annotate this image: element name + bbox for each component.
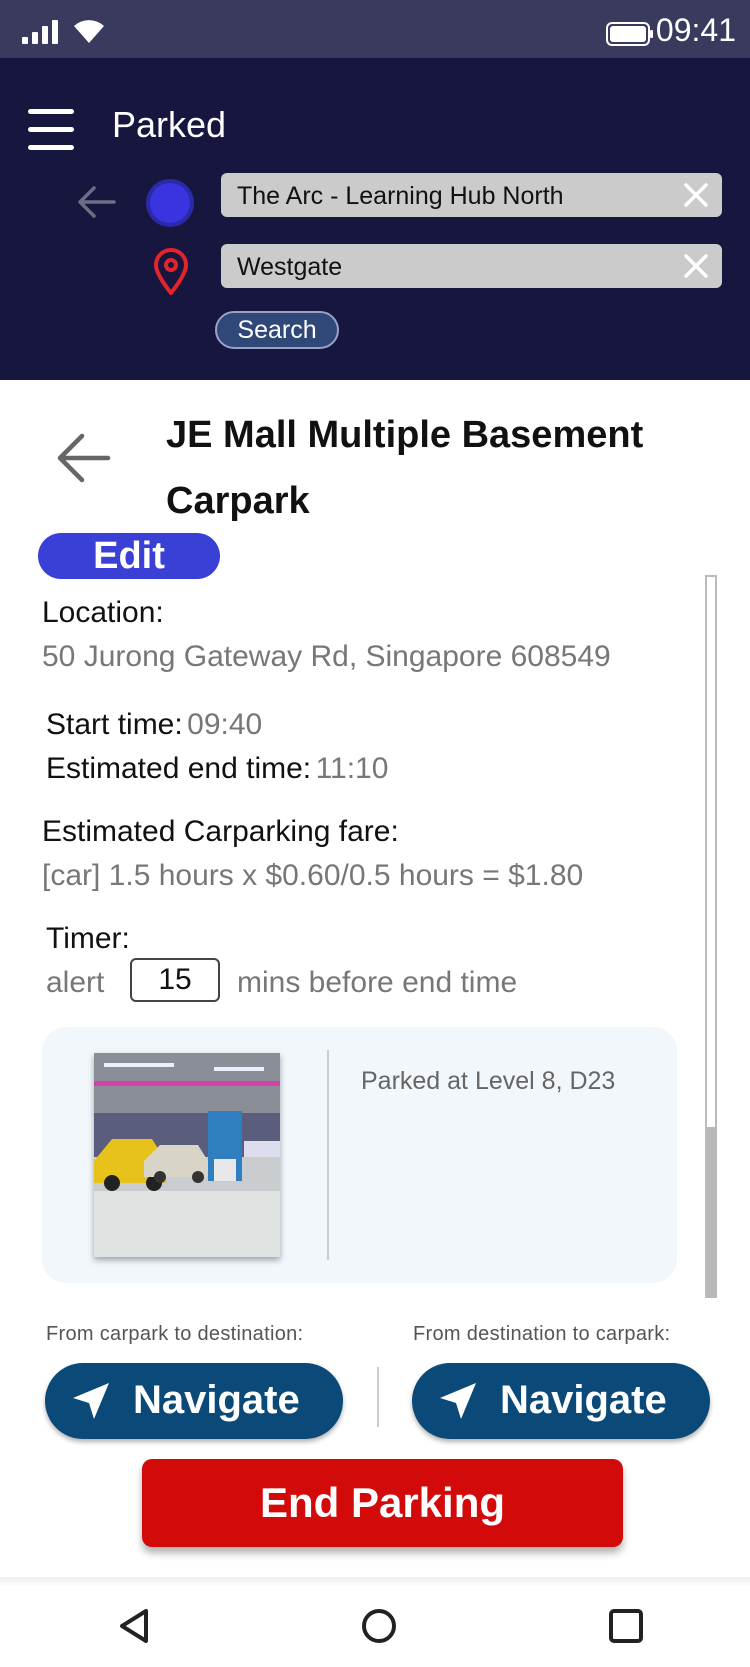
to-destination-label: From carpark to destination: [46, 1323, 304, 1345]
edit-button[interactable]: Edit [38, 533, 220, 579]
location-pin-icon [153, 248, 189, 295]
clear-origin-icon[interactable] [682, 181, 710, 209]
navigation-arrow-icon [73, 1383, 109, 1419]
timer-prefix: alert [46, 966, 105, 999]
fare-value: [car] 1.5 hours x $0.60/0.5 hours = $1.8… [42, 859, 584, 892]
scrollbar-thumb[interactable] [707, 1127, 717, 1298]
home-circle-icon[interactable] [360, 1607, 398, 1645]
location-label: Location: [42, 596, 164, 629]
fare-label: Estimated Carparking fare: [42, 815, 399, 848]
navigate-label: Navigate [500, 1378, 667, 1422]
search-button[interactable]: Search [215, 311, 339, 349]
menu-icon[interactable] [28, 105, 76, 155]
recents-square-icon[interactable] [608, 1608, 644, 1644]
page-title: Parked [112, 104, 227, 145]
end-parking-button[interactable]: End Parking [142, 1459, 623, 1547]
end-time-label: Estimated end time: [46, 752, 312, 785]
to-carpark-label: From destination to carpark: [413, 1323, 671, 1345]
start-time-label: Start time: [46, 708, 183, 741]
carpark-photo[interactable] [94, 1053, 280, 1257]
start-time-row: Start time: 09:40 [46, 708, 262, 742]
destination-field-value: Westgate [237, 253, 343, 281]
end-time-value: 11:10 [315, 752, 389, 785]
navigate-label: Navigate [133, 1378, 300, 1422]
signal-icon [22, 20, 58, 44]
parked-at-note: Parked at Level 8, D23 [361, 1067, 616, 1095]
destination-field[interactable]: Westgate [221, 244, 722, 288]
wifi-icon [74, 20, 104, 43]
back-icon[interactable] [54, 432, 112, 484]
clear-destination-icon[interactable] [682, 252, 710, 280]
timer-label: Timer: [46, 922, 130, 955]
start-time-value: 09:40 [187, 708, 263, 741]
battery-icon [606, 22, 653, 46]
origin-field[interactable]: The Arc - Learning Hub North [221, 173, 722, 217]
carpark-name: JE Mall Multiple Basement Carpark [166, 414, 644, 522]
back-triangle-icon[interactable] [116, 1607, 152, 1645]
back-arrow-icon[interactable] [74, 182, 118, 222]
navigate-to-destination-button[interactable]: Navigate [45, 1363, 343, 1439]
timer-minutes-input[interactable]: 15 [130, 958, 220, 1002]
timer-suffix: mins before end time [237, 966, 518, 999]
origin-field-value: The Arc - Learning Hub North [237, 182, 564, 210]
navigate-to-carpark-button[interactable]: Navigate [412, 1363, 710, 1439]
system-navigation-bar [0, 1585, 750, 1667]
navigate-divider [377, 1367, 379, 1427]
origin-dot-icon [150, 183, 190, 223]
card-divider [327, 1050, 329, 1260]
location-value: 50 Jurong Gateway Rd, Singapore 608549 [42, 640, 611, 673]
navigation-arrow-icon [440, 1383, 476, 1419]
end-time-row: Estimated end time: 11:10 [46, 752, 388, 786]
status-bar: 09:41 [0, 0, 750, 58]
clock: 09:41 [655, 12, 736, 48]
